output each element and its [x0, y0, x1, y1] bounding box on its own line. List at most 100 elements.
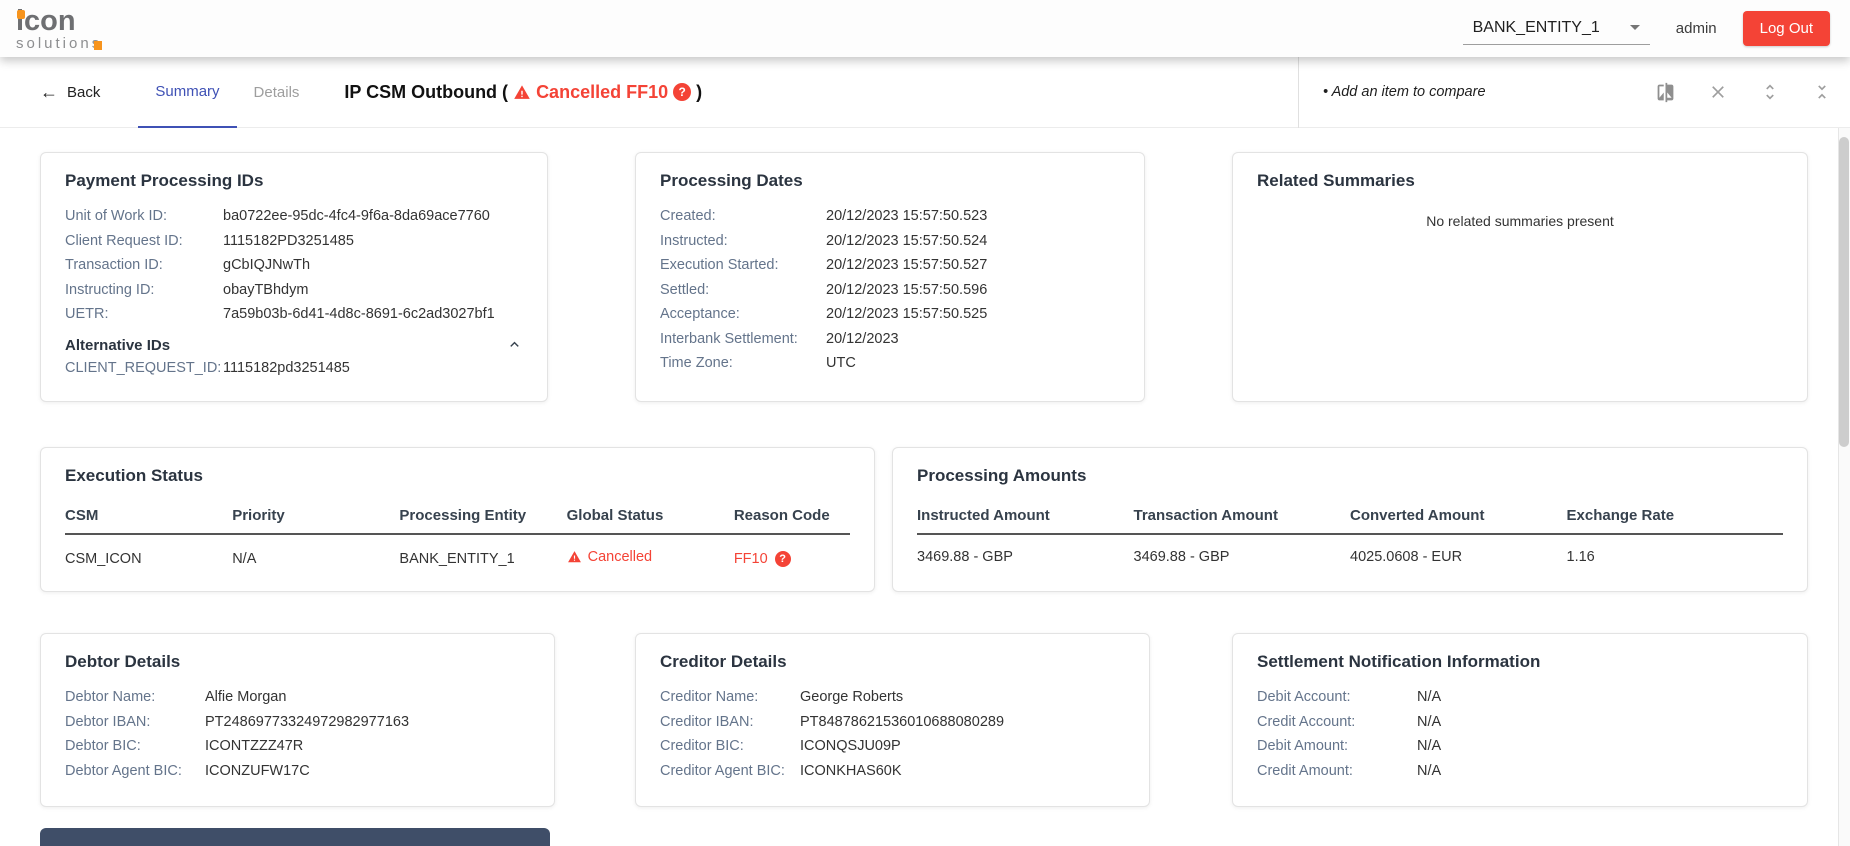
card-title: Processing Amounts — [917, 466, 1783, 486]
converted-amount-cell: 4025.0608 - EUR — [1350, 534, 1567, 565]
processing-amounts-card: Processing Amounts Instructed Amount Tra… — [892, 447, 1808, 592]
bank-entity-select[interactable]: BANK_ENTITY_1 — [1463, 13, 1650, 45]
field-row: CLIENT_REQUEST_ID:1115182pd3251485 — [65, 356, 523, 381]
field-value: George Roberts — [800, 685, 903, 710]
field-label: UETR: — [65, 302, 223, 327]
field-label: CLIENT_REQUEST_ID: — [65, 356, 223, 381]
field-row: Settled:20/12/2023 15:57:50.596 — [660, 278, 1120, 303]
compare-pages-icon[interactable] — [1655, 82, 1676, 103]
field-row: Debit Account:N/A — [1257, 685, 1783, 710]
csm-cell: CSM_ICON — [65, 534, 232, 568]
processing-entity-cell: BANK_ENTITY_1 — [399, 534, 566, 568]
field-value: ICONZUFW17C — [205, 759, 310, 784]
field-value: ba0722ee-95dc-4fc4-9f6a-8da69ace7760 — [223, 204, 490, 229]
vertical-scrollbar-track[interactable] — [1838, 57, 1850, 846]
logo-sub-text: solutions — [16, 36, 102, 51]
help-circle-icon[interactable] — [775, 551, 791, 567]
field-value: obayTBhdym — [223, 278, 308, 303]
close-icon[interactable] — [1708, 82, 1728, 102]
field-row: Debtor Agent BIC:ICONZUFW17C — [65, 759, 530, 784]
field-row: Unit of Work ID:ba0722ee-95dc-4fc4-9f6a-… — [65, 204, 523, 229]
field-row: Creditor Name:George Roberts — [660, 685, 1125, 710]
payment-processing-ids-card: Payment Processing IDs Unit of Work ID:b… — [40, 152, 548, 402]
card-title: Related Summaries — [1257, 171, 1783, 191]
settlement-notification-card: Settlement Notification Information Debi… — [1232, 633, 1808, 807]
logout-button[interactable]: Log Out — [1743, 11, 1830, 46]
field-value: 7a59b03b-6d41-4d8c-8691-6c2ad3027bf1 — [223, 302, 495, 327]
field-value: N/A — [1417, 759, 1441, 784]
field-label: Execution Started: — [660, 253, 826, 278]
field-row: Transaction ID:gCbIQJNwTh — [65, 253, 523, 278]
field-value: 1115182PD3251485 — [223, 229, 354, 254]
reason-code-value: FF10 — [734, 551, 768, 567]
field-label: Debtor BIC: — [65, 734, 205, 759]
field-label: Debtor Agent BIC: — [65, 759, 205, 784]
field-row: Execution Started:20/12/2023 15:57:50.52… — [660, 253, 1120, 278]
creditor-details-card: Creditor Details Creditor Name:George Ro… — [635, 633, 1150, 807]
tab-summary[interactable]: Summary — [138, 57, 236, 128]
tab-details[interactable]: Details — [237, 57, 317, 128]
field-label: Debtor IBAN: — [65, 710, 205, 735]
page-title-suffix: ) — [696, 82, 702, 103]
help-circle-icon[interactable] — [673, 83, 691, 101]
column-header: Global Status — [567, 499, 734, 534]
field-label: Time Zone: — [660, 351, 826, 376]
card-title: Settlement Notification Information — [1257, 652, 1783, 672]
field-row: Debtor Name:Alfie Morgan — [65, 685, 530, 710]
field-row: Debtor BIC:ICONTZZZ47R — [65, 734, 530, 759]
compare-hint-text: • Add an item to compare — [1323, 84, 1486, 100]
field-row: Interbank Settlement:20/12/2023 — [660, 327, 1120, 352]
field-value: N/A — [1417, 685, 1441, 710]
field-value: 20/12/2023 15:57:50.525 — [826, 302, 987, 327]
priority-cell: N/A — [232, 534, 399, 568]
field-label: Debit Amount: — [1257, 734, 1417, 759]
field-row: Created:20/12/2023 15:57:50.523 — [660, 204, 1120, 229]
summary-toolbar: ← Back Summary Details IP CSM Outbound (… — [0, 57, 1850, 128]
field-value: ICONQSJU09P — [800, 734, 901, 759]
page-title-prefix: IP CSM Outbound ( — [344, 82, 508, 103]
field-label: Creditor IBAN: — [660, 710, 800, 735]
field-label: Acceptance: — [660, 302, 826, 327]
card-title: Processing Dates — [660, 171, 1120, 191]
column-header: CSM — [65, 499, 232, 534]
back-label: Back — [67, 84, 100, 101]
field-label: Creditor BIC: — [660, 734, 800, 759]
card-title: Debtor Details — [65, 652, 530, 672]
vertical-scrollbar-thumb[interactable] — [1839, 137, 1849, 447]
field-row: Creditor Agent BIC:ICONKHAS60K — [660, 759, 1125, 784]
field-value: Alfie Morgan — [205, 685, 286, 710]
partial-next-card-header[interactable] — [40, 828, 550, 846]
column-header: Converted Amount — [1350, 499, 1567, 534]
processing-dates-card: Processing Dates Created:20/12/2023 15:5… — [635, 152, 1145, 402]
unfold-less-icon[interactable] — [1812, 82, 1832, 102]
field-value: N/A — [1417, 734, 1441, 759]
field-row: UETR:7a59b03b-6d41-4d8c-8691-6c2ad3027bf… — [65, 302, 523, 327]
page-title-status: Cancelled FF10 — [536, 82, 668, 103]
field-label: Settled: — [660, 278, 826, 303]
chevron-up-icon[interactable] — [506, 336, 523, 356]
field-label: Instructing ID: — [65, 278, 223, 303]
unfold-more-icon[interactable] — [1760, 82, 1780, 102]
field-value: 20/12/2023 15:57:50.523 — [826, 204, 987, 229]
global-status-cell: Cancelled — [567, 534, 734, 568]
field-row: Client Request ID:1115182PD3251485 — [65, 229, 523, 254]
field-value: gCbIQJNwTh — [223, 253, 310, 278]
field-label: Interbank Settlement: — [660, 327, 826, 352]
field-label: Debtor Name: — [65, 685, 205, 710]
instructed-amount-cell: 3469.88 - GBP — [917, 534, 1134, 565]
field-row: Debtor IBAN:PT24869773324972982977163 — [65, 710, 530, 735]
reason-code-cell: FF10 — [734, 534, 850, 568]
back-button[interactable]: ← Back — [40, 82, 100, 103]
field-row: Time Zone:UTC — [660, 351, 1120, 376]
field-value: N/A — [1417, 710, 1441, 735]
username-label: admin — [1676, 20, 1717, 37]
column-header: Processing Entity — [399, 499, 566, 534]
field-row: Credit Account:N/A — [1257, 710, 1783, 735]
alternative-ids-title: Alternative IDs — [65, 337, 170, 354]
column-header: Reason Code — [734, 499, 850, 534]
warning-triangle-icon — [567, 550, 582, 564]
field-row: Acceptance:20/12/2023 15:57:50.525 — [660, 302, 1120, 327]
compare-toolbar-icons — [1655, 82, 1850, 103]
column-header: Instructed Amount — [917, 499, 1134, 534]
field-value: 1115182pd3251485 — [223, 356, 350, 381]
